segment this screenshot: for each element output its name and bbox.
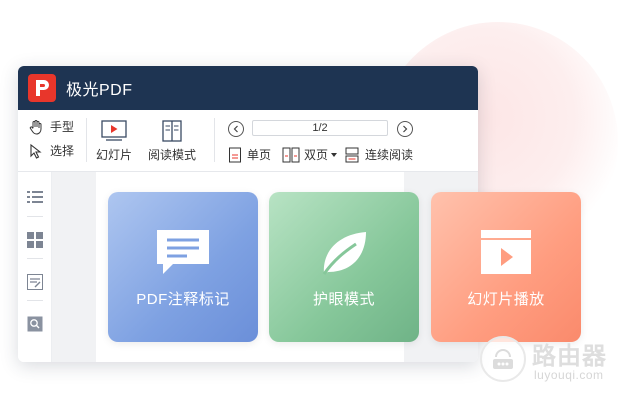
hand-tool[interactable]: 手型 xyxy=(28,118,74,135)
annotation-icon xyxy=(27,274,43,290)
sidebar-divider xyxy=(27,258,43,259)
thumbnails-button[interactable] xyxy=(27,232,43,253)
slideshow-card[interactable]: 幻灯片播放 xyxy=(431,192,581,342)
hand-icon xyxy=(29,119,42,135)
search-button[interactable] xyxy=(27,316,43,337)
slideshow-button[interactable]: 幻灯片 xyxy=(96,120,132,163)
continuous-read-label: 连续阅读 xyxy=(365,148,414,162)
pdf-annotation-card[interactable]: PDF注释标记 xyxy=(108,192,258,342)
toolbar-divider xyxy=(214,118,215,162)
app-logo xyxy=(28,74,56,102)
read-mode-button[interactable]: 阅读模式 xyxy=(148,120,196,163)
eye-protection-card[interactable]: 护眼模式 xyxy=(269,192,419,342)
chevron-left-icon xyxy=(233,125,238,133)
cursor-icon xyxy=(30,143,42,159)
grid-icon xyxy=(27,232,43,248)
list-icon xyxy=(27,191,43,203)
page-indicator-field[interactable]: 1/2 xyxy=(252,120,388,136)
prev-page-button[interactable] xyxy=(228,121,244,137)
slideshow-label: 幻灯片 xyxy=(96,148,133,162)
watermark: 路由器 luyouqi.com xyxy=(480,336,620,384)
app-title: 极光PDF xyxy=(66,82,133,99)
title-bar: 极光PDF xyxy=(18,66,478,110)
slideshow-play-icon xyxy=(431,228,581,278)
annotations-button[interactable] xyxy=(27,274,43,295)
read-mode-label: 阅读模式 xyxy=(148,148,197,162)
router-logo-icon xyxy=(480,336,526,382)
single-page-icon xyxy=(229,147,241,162)
continuous-scroll-icon xyxy=(345,147,359,162)
double-page-label: 双页 xyxy=(304,148,329,162)
watermark-name: 路由器 xyxy=(532,343,607,370)
continuous-read-button[interactable]: 连续阅读 xyxy=(344,146,413,163)
outline-list-button[interactable] xyxy=(27,190,43,209)
sidebar-divider xyxy=(27,216,43,217)
slideshow-icon xyxy=(101,120,127,141)
single-page-button[interactable]: 单页 xyxy=(228,146,271,163)
select-tool[interactable]: 选择 xyxy=(28,142,74,159)
toolbar-divider xyxy=(86,118,87,162)
page-indicator: 1/2 xyxy=(312,122,328,134)
comment-icon xyxy=(108,228,258,278)
hand-tool-label: 手型 xyxy=(50,120,75,134)
logo-p-icon xyxy=(36,80,49,96)
watermark-url: luyouqi.com xyxy=(534,368,604,382)
select-tool-label: 选择 xyxy=(50,144,75,158)
chevron-right-icon xyxy=(403,125,408,133)
sidebar xyxy=(18,172,52,362)
book-icon xyxy=(162,120,182,142)
next-page-button[interactable] xyxy=(397,121,413,137)
leaf-icon xyxy=(269,228,419,278)
sidebar-divider xyxy=(27,300,43,301)
eye-protection-label: 护眼模式 xyxy=(312,291,375,308)
double-page-icon xyxy=(282,147,300,162)
search-icon xyxy=(27,316,43,332)
double-page-button[interactable]: 双页 xyxy=(282,146,338,163)
toolbar: 手型 选择 幻灯片 阅读模式 1/2 单页 双页 连续阅读 xyxy=(18,110,478,172)
slideshow-card-label: 幻灯片播放 xyxy=(467,291,545,308)
caret-down-icon xyxy=(331,152,338,157)
single-page-label: 单页 xyxy=(247,148,272,162)
pdf-annotation-label: PDF注释标记 xyxy=(136,291,230,308)
